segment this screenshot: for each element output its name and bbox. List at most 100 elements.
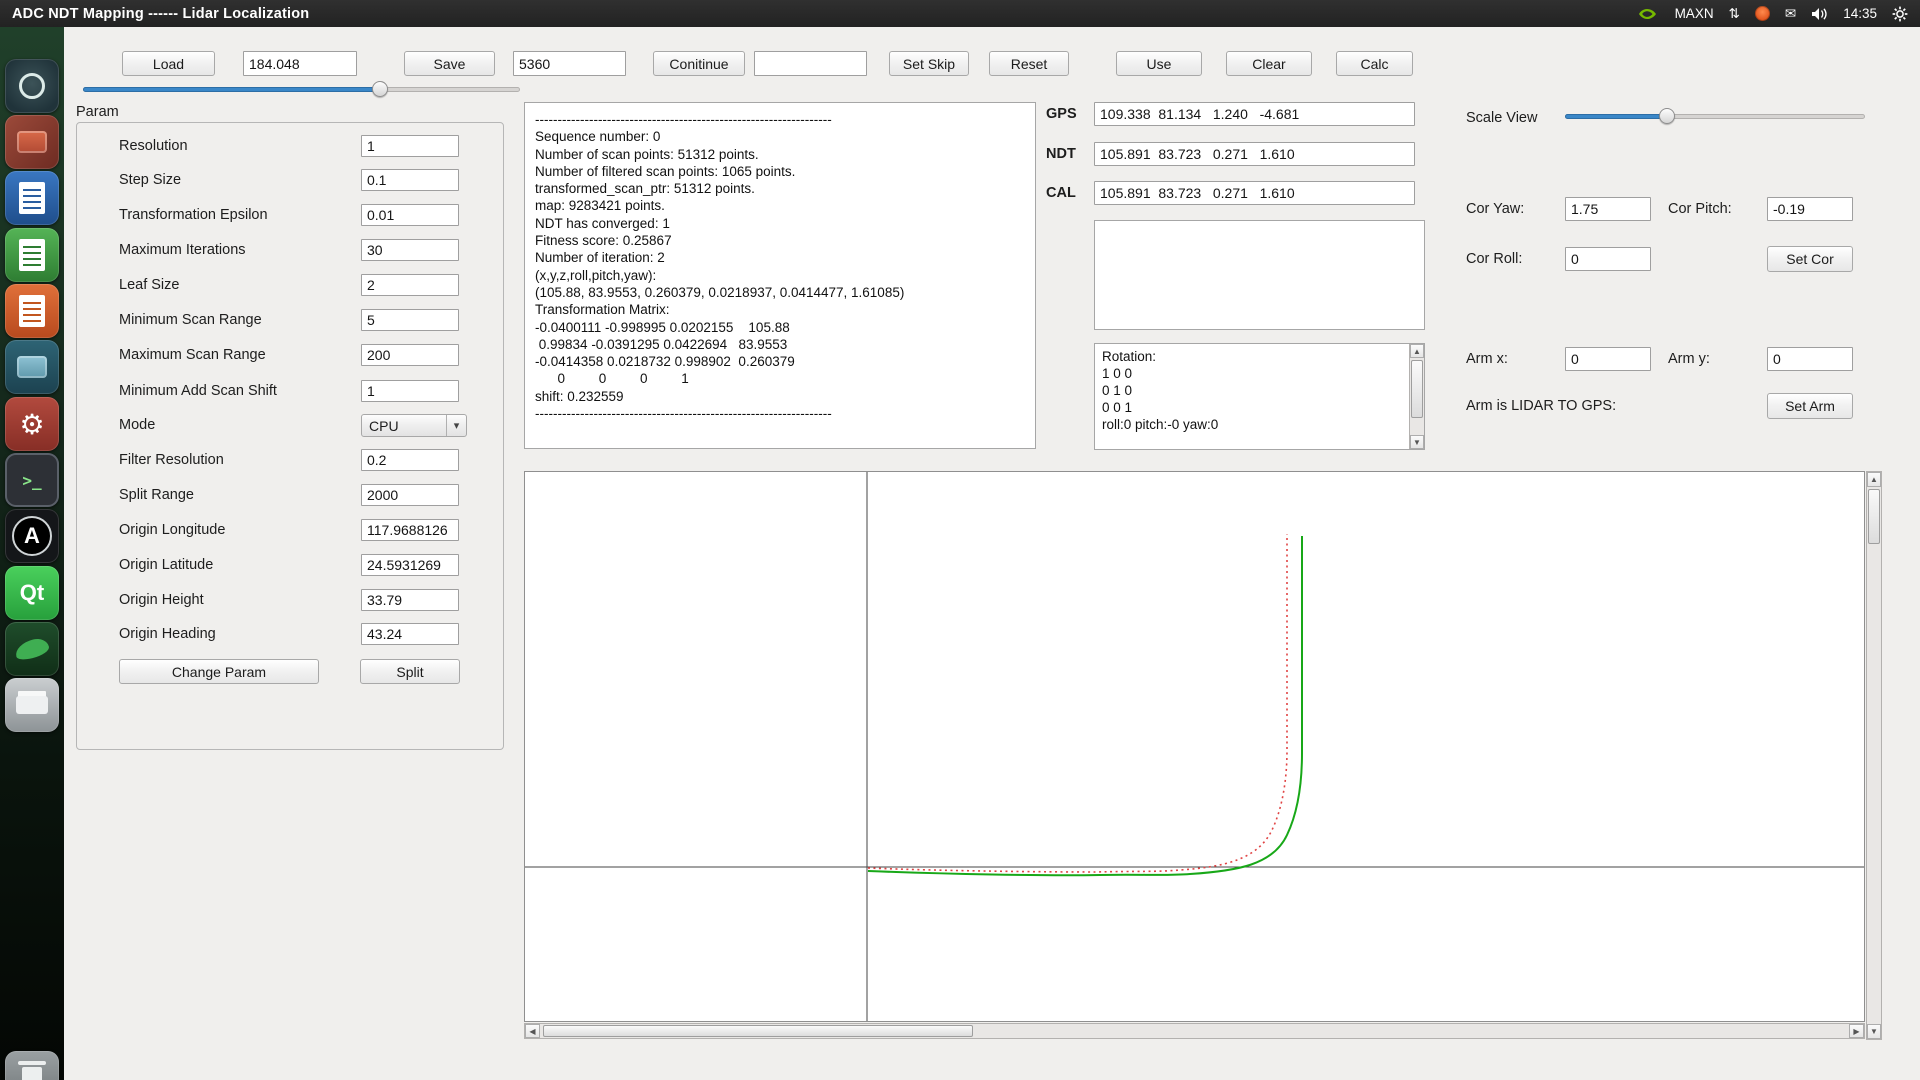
launcher-icon-qt-creator[interactable]: Qt	[5, 566, 59, 620]
cal-value-field[interactable]	[1094, 181, 1415, 205]
clock[interactable]: 14:35	[1843, 6, 1877, 21]
plot-vertical-scrollbar[interactable]: ▲ ▼	[1866, 471, 1882, 1040]
scroll-down-icon[interactable]: ▼	[1410, 435, 1424, 449]
launcher-icon-package-manager[interactable]	[5, 115, 59, 169]
launcher-icon-a-application[interactable]: A	[5, 509, 59, 563]
scroll-right-icon[interactable]: ▶	[1849, 1024, 1864, 1038]
rotation-scrollbar[interactable]: ▲ ▼	[1409, 344, 1424, 449]
param-label-leaf-size: Leaf Size	[119, 274, 179, 296]
scanner-icon	[16, 696, 48, 714]
param-field-leaf-size[interactable]	[361, 274, 459, 296]
continue-button[interactable]: Conitinue	[653, 51, 745, 76]
arm-note-label: Arm is LIDAR TO GPS:	[1466, 393, 1616, 419]
load-value-field[interactable]	[243, 51, 357, 76]
skip-value-field[interactable]	[754, 51, 867, 76]
set-cor-button[interactable]: Set Cor	[1767, 246, 1853, 272]
param-field-split-range[interactable]	[361, 484, 459, 506]
param-field-maximum-iterations[interactable]	[361, 239, 459, 261]
launcher-icon-system-tools[interactable]: ⚙	[5, 397, 59, 451]
param-field-step-size[interactable]	[361, 169, 459, 191]
launcher-dock: ⚙ >_ A Qt	[0, 27, 64, 1080]
param-field-transformation-epsilon[interactable]	[361, 204, 459, 226]
set-arm-button[interactable]: Set Arm	[1767, 393, 1853, 419]
ndt-value-field[interactable]	[1094, 142, 1415, 166]
param-label-origin-longitude: Origin Longitude	[119, 519, 225, 541]
session-gear-icon[interactable]	[1892, 6, 1908, 22]
document-icon	[19, 182, 45, 214]
update-indicator-icon[interactable]	[1755, 6, 1770, 21]
param-field-origin-latitude[interactable]	[361, 554, 459, 576]
param-label-maximum-scan-range: Maximum Scan Range	[119, 344, 266, 366]
set-skip-button[interactable]: Set Skip	[889, 51, 969, 76]
plot-horizontal-scrollbar[interactable]: ◀ ▶	[524, 1023, 1865, 1039]
cor-yaw-field[interactable]	[1565, 197, 1651, 221]
launcher-icon-trash[interactable]	[5, 1051, 59, 1080]
clear-button[interactable]: Clear	[1226, 51, 1312, 76]
scroll-up-icon[interactable]: ▲	[1867, 472, 1881, 487]
system-top-bar: ADC NDT Mapping ------ Lidar Localizatio…	[0, 0, 1920, 27]
network-arrows-icon[interactable]: ⇅	[1729, 6, 1740, 22]
trajectory-red	[868, 534, 1287, 872]
param-field-origin-longitude[interactable]	[361, 519, 459, 541]
param-field-resolution[interactable]	[361, 135, 459, 157]
mode-select[interactable]: CPU ▾	[361, 414, 467, 437]
use-button[interactable]: Use	[1116, 51, 1202, 76]
scrollbar-thumb[interactable]	[1868, 489, 1880, 544]
launcher-icon-scanner[interactable]	[5, 678, 59, 732]
change-param-button[interactable]: Change Param	[119, 659, 319, 684]
param-field-origin-heading[interactable]	[361, 623, 459, 645]
param-label-minimum-scan-range: Minimum Scan Range	[119, 309, 262, 331]
arm-x-field[interactable]	[1565, 347, 1651, 371]
nvidia-icon[interactable]	[1638, 7, 1660, 21]
scrollbar-thumb[interactable]	[1411, 360, 1423, 418]
trajectory-green	[868, 536, 1302, 875]
launcher-icon-impress[interactable]	[5, 284, 59, 338]
reset-button[interactable]: Reset	[989, 51, 1069, 76]
save-value-field[interactable]	[513, 51, 626, 76]
scroll-left-icon[interactable]: ◀	[525, 1024, 540, 1038]
calc-button[interactable]: Calc	[1336, 51, 1413, 76]
rotation-output[interactable]: Rotation: 1 0 0 0 1 0 0 0 1 roll:0 pitch…	[1094, 343, 1425, 450]
gpu-mode-label[interactable]: MAXN	[1675, 6, 1714, 21]
launcher-icon-terminal[interactable]: >_	[5, 453, 59, 507]
terminal-prompt-icon: >_	[22, 471, 41, 490]
scroll-up-icon[interactable]: ▲	[1410, 344, 1424, 358]
launcher-icon-green-app[interactable]	[5, 622, 59, 676]
volume-icon[interactable]	[1811, 7, 1828, 21]
gps-label: GPS	[1046, 102, 1077, 126]
launcher-icon-system-settings[interactable]	[5, 59, 59, 113]
launcher-icon-calc[interactable]	[5, 228, 59, 282]
mode-selected-value: CPU	[362, 418, 399, 434]
slider-handle[interactable]	[372, 81, 388, 97]
map-viewport[interactable]	[524, 471, 1865, 1022]
mail-icon[interactable]: ✉	[1785, 6, 1796, 22]
scrollbar-thumb[interactable]	[543, 1025, 973, 1037]
log-output[interactable]: ----------------------------------------…	[524, 102, 1036, 449]
param-field-origin-height[interactable]	[361, 589, 459, 611]
param-field-minimum-add-scan-shift[interactable]	[361, 380, 459, 402]
split-button[interactable]: Split	[360, 659, 460, 684]
cor-pitch-label: Cor Pitch:	[1668, 197, 1732, 221]
launcher-icon-boxes[interactable]	[5, 340, 59, 394]
slider-handle[interactable]	[1659, 108, 1675, 124]
ndt-label: NDT	[1046, 142, 1076, 166]
spreadsheet-icon	[19, 239, 45, 271]
scroll-down-icon[interactable]: ▼	[1867, 1024, 1881, 1039]
param-field-minimum-scan-range[interactable]	[361, 309, 459, 331]
launcher-icon-writer[interactable]	[5, 171, 59, 225]
arm-y-label: Arm y:	[1668, 347, 1710, 371]
cor-roll-field[interactable]	[1565, 247, 1651, 271]
progress-slider[interactable]	[83, 82, 520, 98]
load-button[interactable]: Load	[122, 51, 215, 76]
param-field-filter-resolution[interactable]	[361, 449, 459, 471]
param-label-origin-heading: Origin Heading	[119, 623, 216, 645]
save-button[interactable]: Save	[404, 51, 495, 76]
gps-value-field[interactable]	[1094, 102, 1415, 126]
qt-logo-icon: Qt	[20, 580, 44, 606]
param-field-maximum-scan-range[interactable]	[361, 344, 459, 366]
chevron-down-icon: ▾	[446, 415, 466, 436]
cor-pitch-field[interactable]	[1767, 197, 1853, 221]
scale-view-slider[interactable]	[1565, 109, 1865, 125]
arm-y-field[interactable]	[1767, 347, 1853, 371]
cal-label: CAL	[1046, 181, 1076, 205]
